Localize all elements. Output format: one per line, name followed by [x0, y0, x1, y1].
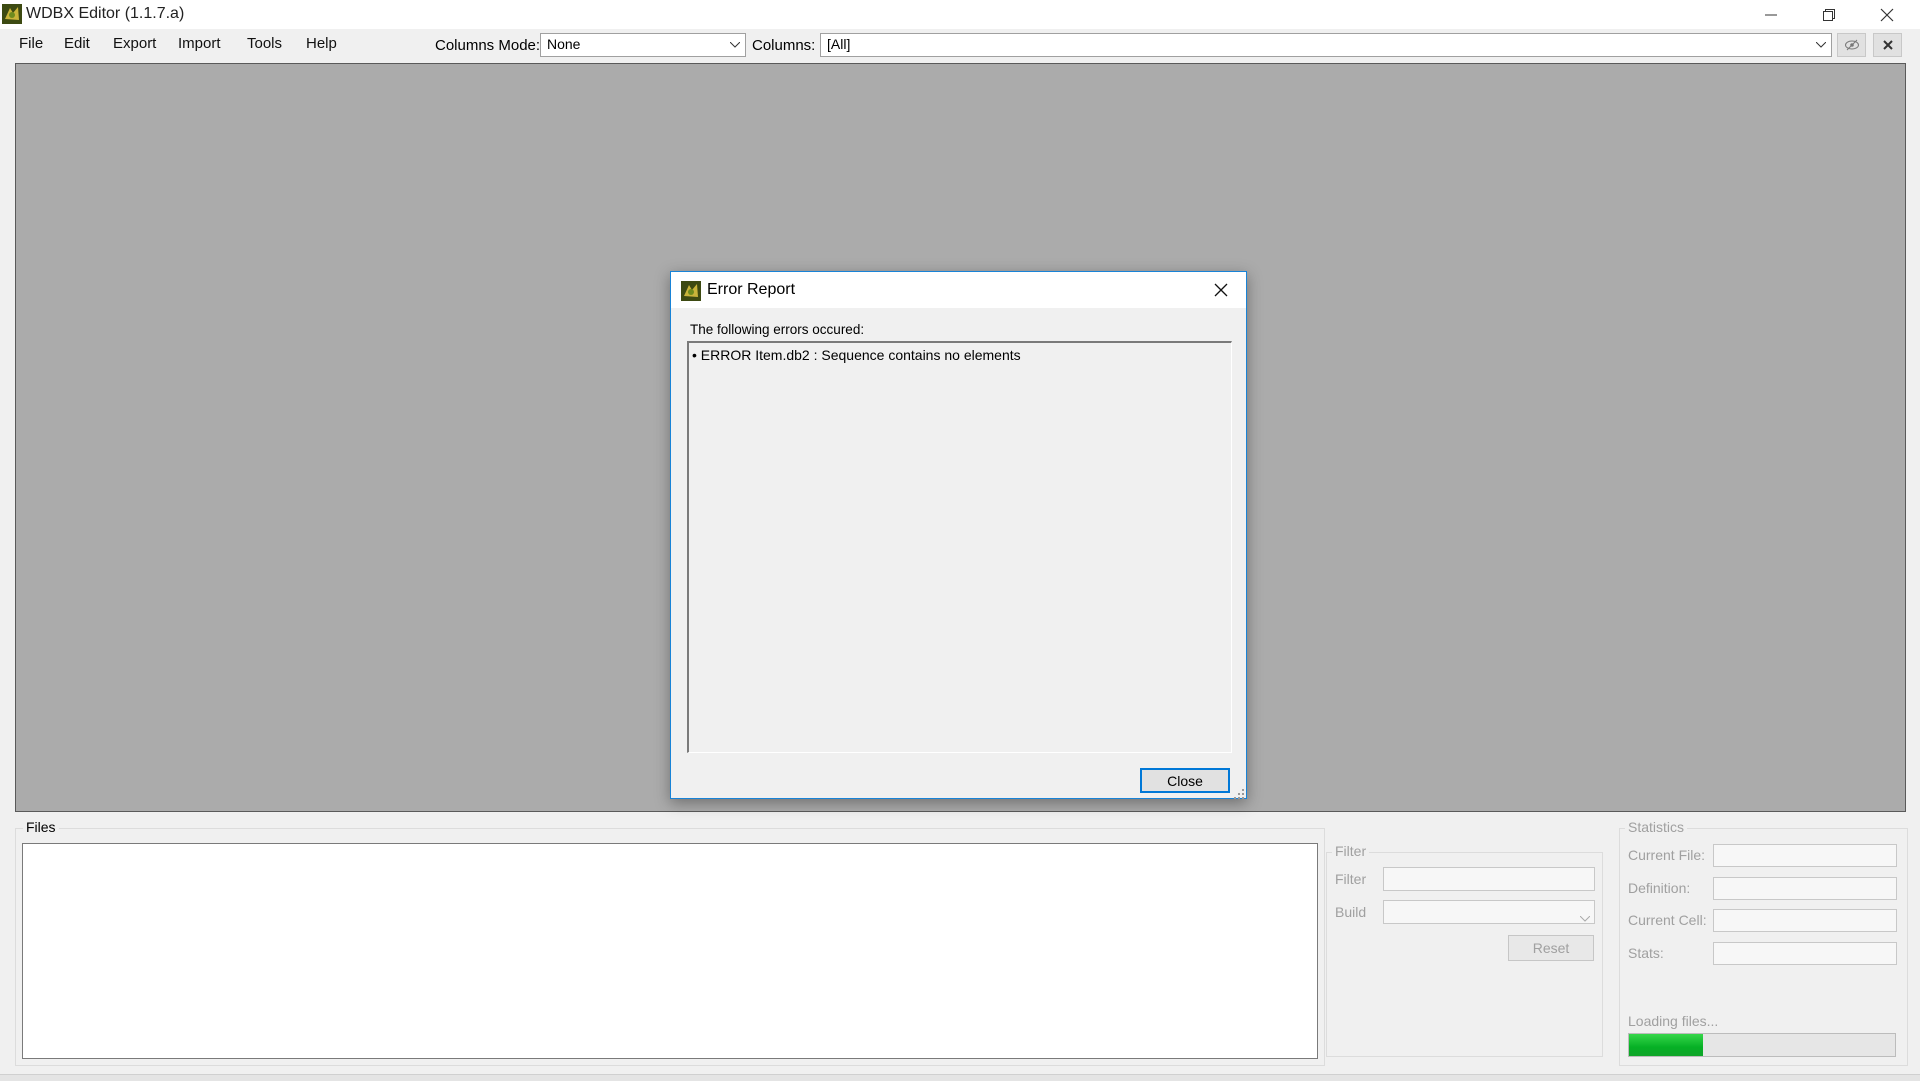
- statistics-group-title: Statistics: [1625, 819, 1688, 835]
- error-report-dialog: Error Report The following errors occure…: [670, 271, 1247, 799]
- filter-input[interactable]: [1383, 867, 1595, 891]
- hide-columns-button[interactable]: [1837, 33, 1866, 57]
- close-window-button[interactable]: [1858, 0, 1916, 29]
- dialog-title-bar: Error Report: [671, 272, 1246, 308]
- filter-group-title: Filter: [1332, 843, 1370, 859]
- current-cell-label: Current Cell:: [1628, 912, 1707, 928]
- loading-progress-bar: [1628, 1033, 1896, 1057]
- loading-label: Loading files...: [1628, 1013, 1719, 1029]
- columns-select[interactable]: [All]: [820, 33, 1832, 57]
- menu-bar: File Edit Export Import Tools Help Colum…: [0, 29, 1920, 62]
- menu-file[interactable]: File: [11, 35, 51, 52]
- app-logo-icon: [2, 4, 22, 24]
- definition-label: Definition:: [1628, 880, 1691, 896]
- columns-mode-value: None: [547, 36, 581, 52]
- close-icon: [1882, 40, 1893, 50]
- files-group-title: Files: [23, 819, 59, 835]
- reset-button[interactable]: Reset: [1508, 935, 1594, 961]
- menu-edit[interactable]: Edit: [56, 35, 98, 52]
- columns-value: [All]: [827, 36, 851, 52]
- dialog-message: The following errors occured:: [690, 322, 865, 337]
- dialog-title: Error Report: [707, 281, 796, 298]
- close-icon: [1880, 8, 1894, 21]
- window-title: WDBX Editor (1.1.7.a): [26, 5, 185, 22]
- menu-help[interactable]: Help: [298, 35, 345, 52]
- menu-import[interactable]: Import: [170, 35, 229, 52]
- files-list[interactable]: [22, 843, 1318, 1059]
- chevron-down-icon: [1579, 909, 1591, 926]
- error-list-item: • ERROR Item.db2 : Sequence contains no …: [692, 347, 1021, 363]
- clear-columns-button[interactable]: [1873, 33, 1902, 57]
- minimize-icon: [1765, 14, 1777, 15]
- columns-mode-label: Columns Mode:: [435, 37, 541, 54]
- close-button[interactable]: Close: [1140, 768, 1230, 793]
- current-file-field: [1713, 844, 1897, 867]
- build-label: Build: [1335, 904, 1367, 920]
- columns-label: Columns:: [752, 37, 816, 54]
- dialog-close-x-button[interactable]: [1203, 276, 1239, 304]
- resize-grip-icon[interactable]: [1234, 786, 1244, 799]
- menu-export[interactable]: Export: [105, 35, 164, 52]
- current-file-label: Current File:: [1628, 847, 1706, 863]
- build-select[interactable]: [1383, 900, 1595, 924]
- columns-mode-select[interactable]: None: [540, 33, 746, 57]
- stats-label: Stats:: [1628, 945, 1664, 961]
- progress-fill: [1629, 1034, 1704, 1056]
- filter-label: Filter: [1335, 871, 1367, 887]
- close-icon: [1214, 283, 1228, 297]
- chevron-down-icon: [1813, 36, 1829, 54]
- menu-tools[interactable]: Tools: [239, 35, 290, 52]
- title-bar: WDBX Editor (1.1.7.a): [0, 0, 1920, 29]
- restore-icon: [1823, 8, 1835, 21]
- stats-field: [1713, 942, 1897, 965]
- definition-field: [1713, 877, 1897, 900]
- app-logo-icon: [681, 281, 701, 301]
- minimize-button[interactable]: [1742, 0, 1800, 29]
- error-list[interactable]: • ERROR Item.db2 : Sequence contains no …: [687, 341, 1232, 753]
- current-cell-field: [1713, 909, 1897, 932]
- restore-button[interactable]: [1800, 0, 1858, 29]
- chevron-down-icon: [727, 36, 743, 54]
- eye-slash-icon: [1844, 39, 1859, 51]
